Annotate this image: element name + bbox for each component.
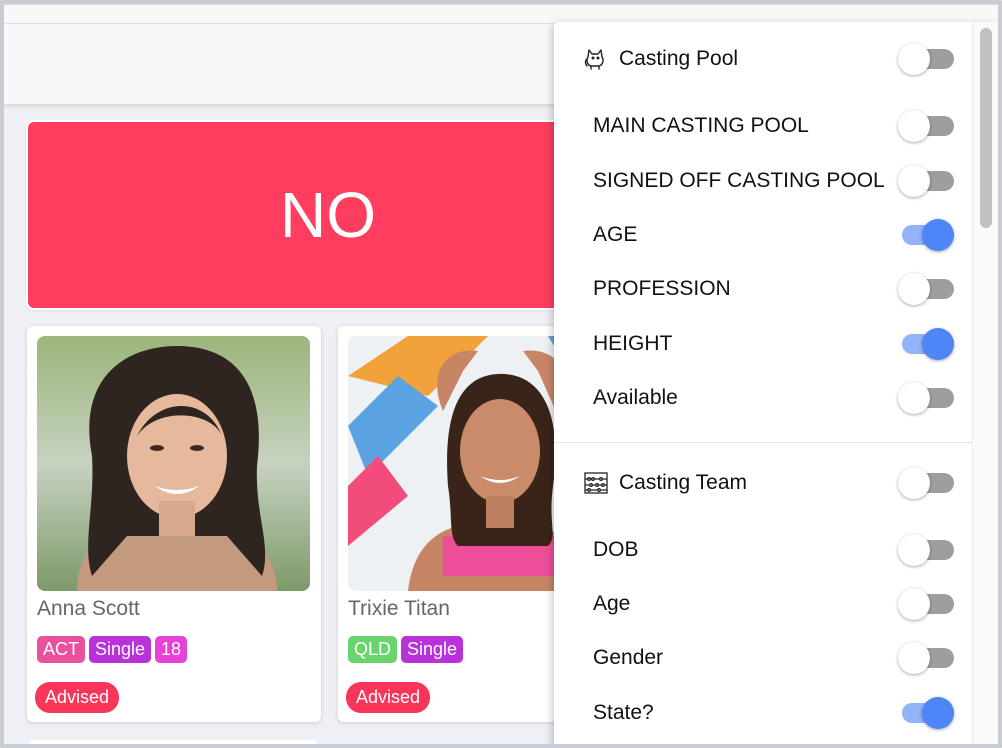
casting-pool-toggle[interactable] bbox=[898, 43, 956, 75]
column-option-dob: DOB bbox=[554, 530, 972, 570]
signed-off-casting-pool-toggle[interactable] bbox=[898, 165, 956, 197]
relationship-tag: Single bbox=[401, 636, 464, 663]
available-toggle[interactable] bbox=[898, 382, 956, 414]
column-option-age: AGE bbox=[554, 215, 972, 255]
option-label: State? bbox=[593, 701, 654, 724]
option-label: SIGNED OFF CASTING POOL bbox=[593, 169, 885, 192]
no-banner-label: NO bbox=[280, 179, 376, 251]
casting-team-toggle[interactable] bbox=[898, 467, 956, 499]
column-option-signed-off-casting-pool: SIGNED OFF CASTING POOL bbox=[554, 161, 972, 201]
option-label: Available bbox=[593, 386, 678, 409]
profile-card-anna-scott[interactable]: Anna Scott ACT Single 18 Advised bbox=[27, 326, 321, 722]
column-option-height: HEIGHT bbox=[554, 324, 972, 364]
option-label: Age bbox=[593, 592, 631, 615]
profile-tags: ACT Single 18 bbox=[37, 636, 188, 663]
column-option-state: State? bbox=[554, 693, 972, 733]
option-label: Gender bbox=[593, 646, 664, 669]
option-label: AGE bbox=[593, 223, 638, 246]
gender-toggle[interactable] bbox=[898, 642, 956, 674]
column-option-main-casting-pool: MAIN CASTING POOL bbox=[554, 106, 972, 146]
relationship-tag: Single bbox=[89, 636, 152, 663]
column-option-gender: Gender bbox=[554, 638, 972, 678]
casting-team-section-header: Casting Team bbox=[554, 463, 972, 503]
casting-pool-section-header: Casting Pool bbox=[554, 39, 972, 79]
state-tag: QLD bbox=[348, 636, 398, 663]
age-tag: 18 bbox=[155, 636, 188, 663]
option-label: DOB bbox=[593, 538, 639, 561]
dob-toggle[interactable] bbox=[898, 534, 956, 566]
profile-name: Trixie Titan bbox=[348, 597, 450, 620]
column-option-profession: PROFESSION bbox=[554, 269, 972, 309]
next-card-stub bbox=[28, 740, 318, 748]
cat-icon bbox=[583, 46, 609, 72]
age-toggle[interactable] bbox=[898, 219, 956, 251]
main-casting-pool-toggle[interactable] bbox=[898, 110, 956, 142]
profile-name: Anna Scott bbox=[37, 597, 140, 620]
column-option-team-age: Age bbox=[554, 584, 972, 624]
scrollbar-thumb[interactable] bbox=[980, 28, 992, 228]
option-label: MAIN CASTING POOL bbox=[593, 114, 809, 137]
team-age-toggle[interactable] bbox=[898, 588, 956, 620]
column-option-available: Available bbox=[554, 378, 972, 418]
section-divider bbox=[554, 442, 972, 443]
no-banner[interactable]: NO bbox=[28, 122, 588, 308]
abacus-icon bbox=[583, 470, 609, 496]
column-settings-panel: Casting Pool MAIN CASTING POOL SIGNED OF… bbox=[554, 22, 998, 748]
profile-tags: QLD Single bbox=[348, 636, 464, 663]
profile-photo bbox=[37, 336, 310, 591]
status-badge: Advised bbox=[346, 682, 431, 713]
height-toggle[interactable] bbox=[898, 328, 956, 360]
option-label: PROFESSION bbox=[593, 277, 731, 300]
status-badge: Advised bbox=[35, 682, 120, 713]
profession-toggle[interactable] bbox=[898, 273, 956, 305]
panel-scrollbar[interactable] bbox=[972, 22, 998, 748]
state-toggle[interactable] bbox=[898, 697, 956, 729]
section-title-casting-team: Casting Team bbox=[619, 471, 748, 494]
state-tag: ACT bbox=[37, 636, 85, 663]
section-title-casting-pool: Casting Pool bbox=[619, 47, 739, 70]
option-label: HEIGHT bbox=[593, 332, 673, 355]
